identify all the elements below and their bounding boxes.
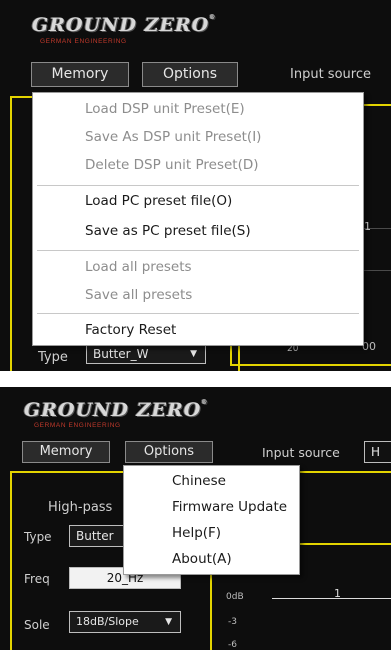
slope-select[interactable]: 18dB/Slope ▼ xyxy=(69,611,181,633)
menu-item-load-all-presets[interactable]: Load all presets xyxy=(33,255,363,279)
menu-separator xyxy=(37,313,359,314)
graph-y-tick: 0dB xyxy=(226,592,244,602)
graph-zero-line xyxy=(272,598,391,599)
type-label: Type xyxy=(38,350,68,365)
brand-logo: GROUND ZERO® xyxy=(32,14,217,36)
menu-item-factory-reset[interactable]: Factory Reset xyxy=(33,318,363,342)
menu-item-save-pc-preset[interactable]: Save as PC preset file(S) xyxy=(33,219,363,243)
screenshot-memory-menu: GROUND ZERO® GERMAN ENGINEERING Memory O… xyxy=(0,0,391,371)
chevron-down-icon: ▼ xyxy=(190,349,197,359)
screenshot-options-menu: GROUND ZERO® GERMAN ENGINEERING Memory O… xyxy=(0,387,391,650)
menu-separator xyxy=(37,250,359,251)
memory-menu: Load DSP unit Preset(E) Save As DSP unit… xyxy=(32,92,364,346)
menu-item-load-dsp-preset[interactable]: Load DSP unit Preset(E) xyxy=(33,97,363,121)
slope-label: Sole xyxy=(24,618,50,632)
freq-label: Freq xyxy=(24,572,50,586)
menu-item-load-pc-preset[interactable]: Load PC preset file(O) xyxy=(33,189,363,213)
options-button[interactable]: Options xyxy=(142,62,238,87)
memory-button[interactable]: Memory xyxy=(22,441,110,463)
menu-item-help[interactable]: Help(F) xyxy=(124,521,299,545)
input-source-label: Input source xyxy=(290,67,371,82)
graph-y-tick: -6 xyxy=(228,640,237,650)
input-source-select[interactable]: H xyxy=(364,441,391,463)
input-source-label: Input source xyxy=(262,445,340,460)
menu-item-save-dsp-preset[interactable]: Save As DSP unit Preset(I) xyxy=(33,125,363,149)
graph-y-tick: -3 xyxy=(228,617,237,627)
chevron-down-icon: ▼ xyxy=(165,617,172,627)
memory-button[interactable]: Memory xyxy=(31,62,129,87)
brand-logo: GROUND ZERO® xyxy=(24,399,209,421)
menu-item-about[interactable]: About(A) xyxy=(124,547,299,571)
graph-marker: 1 xyxy=(334,587,341,600)
menu-item-chinese[interactable]: Chinese xyxy=(124,469,299,493)
type-select[interactable]: Butter_W ▼ xyxy=(86,344,206,364)
menu-separator xyxy=(37,185,359,186)
options-menu: Chinese Firmware Update Help(F) About(A) xyxy=(123,465,300,575)
menu-item-delete-dsp-preset[interactable]: Delete DSP unit Preset(D) xyxy=(33,153,363,177)
menu-item-save-all-presets[interactable]: Save all presets xyxy=(33,283,363,307)
brand-tagline: GERMAN ENGINEERING xyxy=(40,38,127,45)
type-label: Type xyxy=(24,530,52,544)
options-button[interactable]: Options xyxy=(125,441,213,463)
graph-marker: 1 xyxy=(364,220,371,233)
section-title: High-pass xyxy=(48,500,113,515)
menu-item-firmware-update[interactable]: Firmware Update xyxy=(124,495,299,519)
graph-tick-right: 00 xyxy=(362,340,376,353)
brand-tagline: GERMAN ENGINEERING xyxy=(34,422,121,429)
